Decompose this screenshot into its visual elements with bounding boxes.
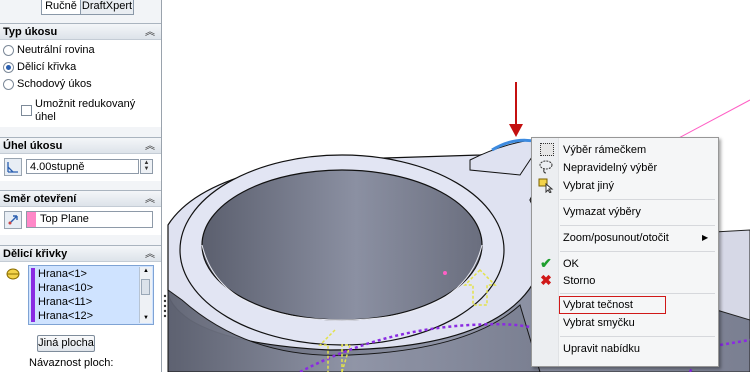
spin-down-icon[interactable]: ▼: [141, 166, 152, 172]
list-item[interactable]: Hrana<11>: [38, 295, 92, 309]
radio-label: Dělicí křivka: [17, 61, 77, 73]
other-face-button[interactable]: Jiná plocha: [37, 335, 95, 352]
tab-draftxpert[interactable]: DraftXpert: [80, 0, 134, 15]
pull-direction-title: Směr otevření: [3, 193, 77, 205]
menu-separator: [560, 336, 715, 337]
radio-label: Schodový úkos: [17, 78, 92, 90]
menu-separator: [560, 199, 715, 200]
red-pointer-arrowhead: [509, 124, 523, 137]
ok-check-icon: ✔: [540, 255, 552, 271]
collapse-icon[interactable]: ︽: [145, 246, 155, 263]
list-item[interactable]: Hrana<12>: [38, 309, 93, 323]
menu-item-select-tangency[interactable]: Vybrat tečnost: [563, 296, 633, 314]
pull-direction-header[interactable]: Směr otevření ︽: [0, 190, 161, 207]
selection-color-bar: [31, 268, 35, 322]
radio-parting-line[interactable]: Dělicí křivka: [3, 59, 76, 75]
reduced-angle-checkbox[interactable]: [21, 105, 32, 116]
reference-point: [443, 271, 447, 275]
cancel-x-icon: ✖: [540, 272, 552, 288]
draft-angle-input[interactable]: 4.00stupně: [26, 159, 139, 174]
menu-item-ok[interactable]: OK: [563, 255, 579, 273]
parting-lines-body: Hrana<1> Hrana<10> Hrana<11> Hrana<12> ▲…: [0, 262, 161, 372]
context-menu: Výběr rámečkem Nepravidelný výběr Vybrat…: [531, 137, 719, 367]
draft-angle-title: Úhel úkosu: [3, 140, 63, 152]
menu-separator: [560, 251, 715, 252]
menu-item-select-loop[interactable]: Vybrat smyčku: [563, 314, 635, 332]
menu-item-lasso-select[interactable]: Nepravidelný výběr: [563, 159, 657, 177]
tab-manual[interactable]: Ručně: [41, 0, 81, 15]
box-select-icon: [538, 141, 554, 157]
parting-line-icon: [5, 266, 21, 285]
parting-lines-title: Dělicí křivky: [3, 248, 68, 260]
menu-item-clear-selections[interactable]: Vymazat výběry: [563, 203, 641, 221]
draft-angle-header[interactable]: Úhel úkosu ︽: [0, 137, 161, 154]
draft-type-body: Neutrální rovina Dělicí křivka Schodový …: [0, 40, 161, 127]
draft-type-title: Typ úkosu: [3, 26, 58, 38]
radio-icon[interactable]: [3, 61, 14, 73]
list-item[interactable]: Hrana<1>: [38, 267, 87, 281]
scroll-thumb[interactable]: [141, 279, 150, 295]
pull-direction-body: Top Plane: [0, 207, 161, 235]
bore-hole[interactable]: [201, 169, 483, 321]
plane-color-swatch: [27, 212, 36, 227]
mode-tabs: Ručně DraftXpert: [0, 0, 161, 16]
menu-item-box-select[interactable]: Výběr rámečkem: [563, 141, 646, 159]
face-propagation-label: Návaznost ploch:: [29, 357, 114, 369]
collapse-icon[interactable]: ︽: [145, 24, 155, 41]
draft-angle-body: 4.00stupně ▲ ▼: [0, 154, 161, 181]
property-manager: Ručně DraftXpert Typ úkosu ︽ Neutrální r…: [0, 0, 162, 372]
radio-icon[interactable]: [3, 44, 14, 56]
parting-lines-list[interactable]: Hrana<1> Hrana<10> Hrana<11> Hrana<12> ▲…: [28, 265, 154, 325]
parting-lines-header[interactable]: Dělicí křivky ︽: [0, 245, 161, 262]
angle-icon: [4, 158, 22, 176]
menu-item-cancel[interactable]: Storno: [563, 272, 595, 290]
draft-type-header[interactable]: Typ úkosu ︽: [0, 23, 161, 40]
select-other-icon: [538, 177, 554, 194]
submenu-arrow-icon: ▶: [702, 233, 709, 242]
list-scrollbar[interactable]: ▲ ▼: [139, 267, 152, 323]
lasso-select-icon: [538, 159, 554, 175]
menu-separator: [560, 225, 715, 226]
radio-step-draft[interactable]: Schodový úkos: [3, 76, 92, 92]
collapse-icon[interactable]: ︽: [145, 138, 155, 155]
scroll-down-icon[interactable]: ▼: [140, 314, 152, 323]
reverse-direction-icon[interactable]: [4, 211, 22, 229]
reduced-angle-label: Umožnit redukovaný úhel: [35, 98, 136, 123]
menu-item-customize-menu[interactable]: Upravit nabídku: [563, 340, 640, 358]
menu-item-zoom-pan-rotate[interactable]: Zoom/posunout/otočit: [563, 229, 669, 247]
pull-direction-field[interactable]: Top Plane: [26, 211, 153, 228]
radio-neutral-plane[interactable]: Neutrální rovina: [3, 42, 95, 58]
menu-separator: [560, 293, 715, 294]
scroll-up-icon[interactable]: ▲: [140, 267, 152, 276]
radio-icon[interactable]: [3, 78, 14, 90]
collapse-icon[interactable]: ︽: [145, 191, 155, 208]
menu-item-select-other[interactable]: Vybrat jiný: [563, 177, 614, 195]
list-item[interactable]: Hrana<10>: [38, 281, 93, 295]
radio-label: Neutrální rovina: [17, 44, 95, 56]
angle-spinner[interactable]: ▲ ▼: [140, 159, 153, 174]
pull-direction-value: Top Plane: [40, 213, 89, 225]
